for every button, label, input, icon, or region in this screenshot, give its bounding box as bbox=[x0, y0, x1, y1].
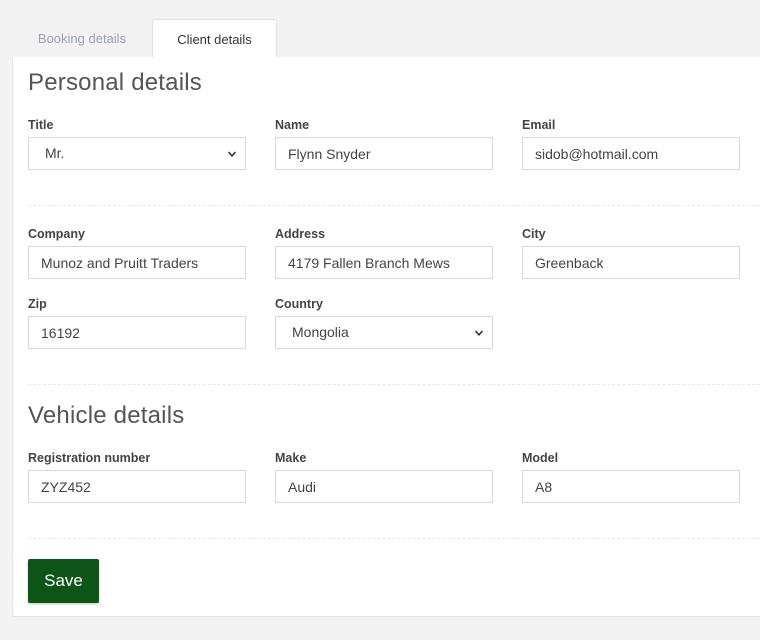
model-input[interactable] bbox=[522, 470, 740, 503]
client-details-panel: Personal details Title Mr. Name Email Co… bbox=[12, 57, 760, 617]
vehicle-details-heading: Vehicle details bbox=[28, 402, 185, 429]
name-field-group: Name bbox=[275, 116, 493, 170]
company-label: Company bbox=[28, 227, 85, 241]
name-input[interactable] bbox=[275, 137, 493, 170]
make-input[interactable] bbox=[275, 470, 493, 503]
city-field-group: City bbox=[522, 225, 740, 279]
registration-label: Registration number bbox=[28, 451, 151, 465]
email-input[interactable] bbox=[522, 137, 740, 170]
divider bbox=[28, 384, 760, 385]
email-field-group: Email bbox=[522, 116, 740, 170]
title-select[interactable]: Mr. bbox=[28, 137, 246, 170]
tab-bar: Booking details Client details bbox=[12, 19, 277, 57]
country-label: Country bbox=[275, 297, 323, 311]
registration-input[interactable] bbox=[28, 470, 246, 503]
address-input[interactable] bbox=[275, 246, 493, 279]
city-label: City bbox=[522, 227, 546, 241]
company-field-group: Company bbox=[28, 225, 246, 279]
tab-booking-details[interactable]: Booking details bbox=[12, 19, 152, 57]
city-input[interactable] bbox=[522, 246, 740, 279]
chevron-down-icon bbox=[227, 151, 237, 157]
tab-client-details[interactable]: Client details bbox=[152, 19, 277, 57]
country-field-group: Country Mongolia bbox=[275, 295, 493, 349]
divider bbox=[28, 205, 760, 206]
title-select-value: Mr. bbox=[45, 145, 65, 161]
registration-field-group: Registration number bbox=[28, 449, 246, 503]
name-label: Name bbox=[275, 118, 310, 132]
model-label: Model bbox=[522, 451, 559, 465]
personal-details-heading: Personal details bbox=[28, 69, 202, 96]
title-field-group: Title Mr. bbox=[28, 116, 246, 170]
country-select-value: Mongolia bbox=[292, 324, 349, 340]
make-label: Make bbox=[275, 451, 307, 465]
divider bbox=[28, 538, 760, 539]
email-label: Email bbox=[522, 118, 556, 132]
chevron-down-icon bbox=[474, 330, 484, 336]
address-label: Address bbox=[275, 227, 326, 241]
save-button[interactable]: Save bbox=[28, 559, 99, 603]
zip-field-group: Zip bbox=[28, 295, 246, 349]
country-select[interactable]: Mongolia bbox=[275, 316, 493, 349]
address-field-group: Address bbox=[275, 225, 493, 279]
company-input[interactable] bbox=[28, 246, 246, 279]
zip-input[interactable] bbox=[28, 316, 246, 349]
zip-label: Zip bbox=[28, 297, 47, 311]
make-field-group: Make bbox=[275, 449, 493, 503]
model-field-group: Model bbox=[522, 449, 740, 503]
title-label: Title bbox=[28, 118, 54, 132]
